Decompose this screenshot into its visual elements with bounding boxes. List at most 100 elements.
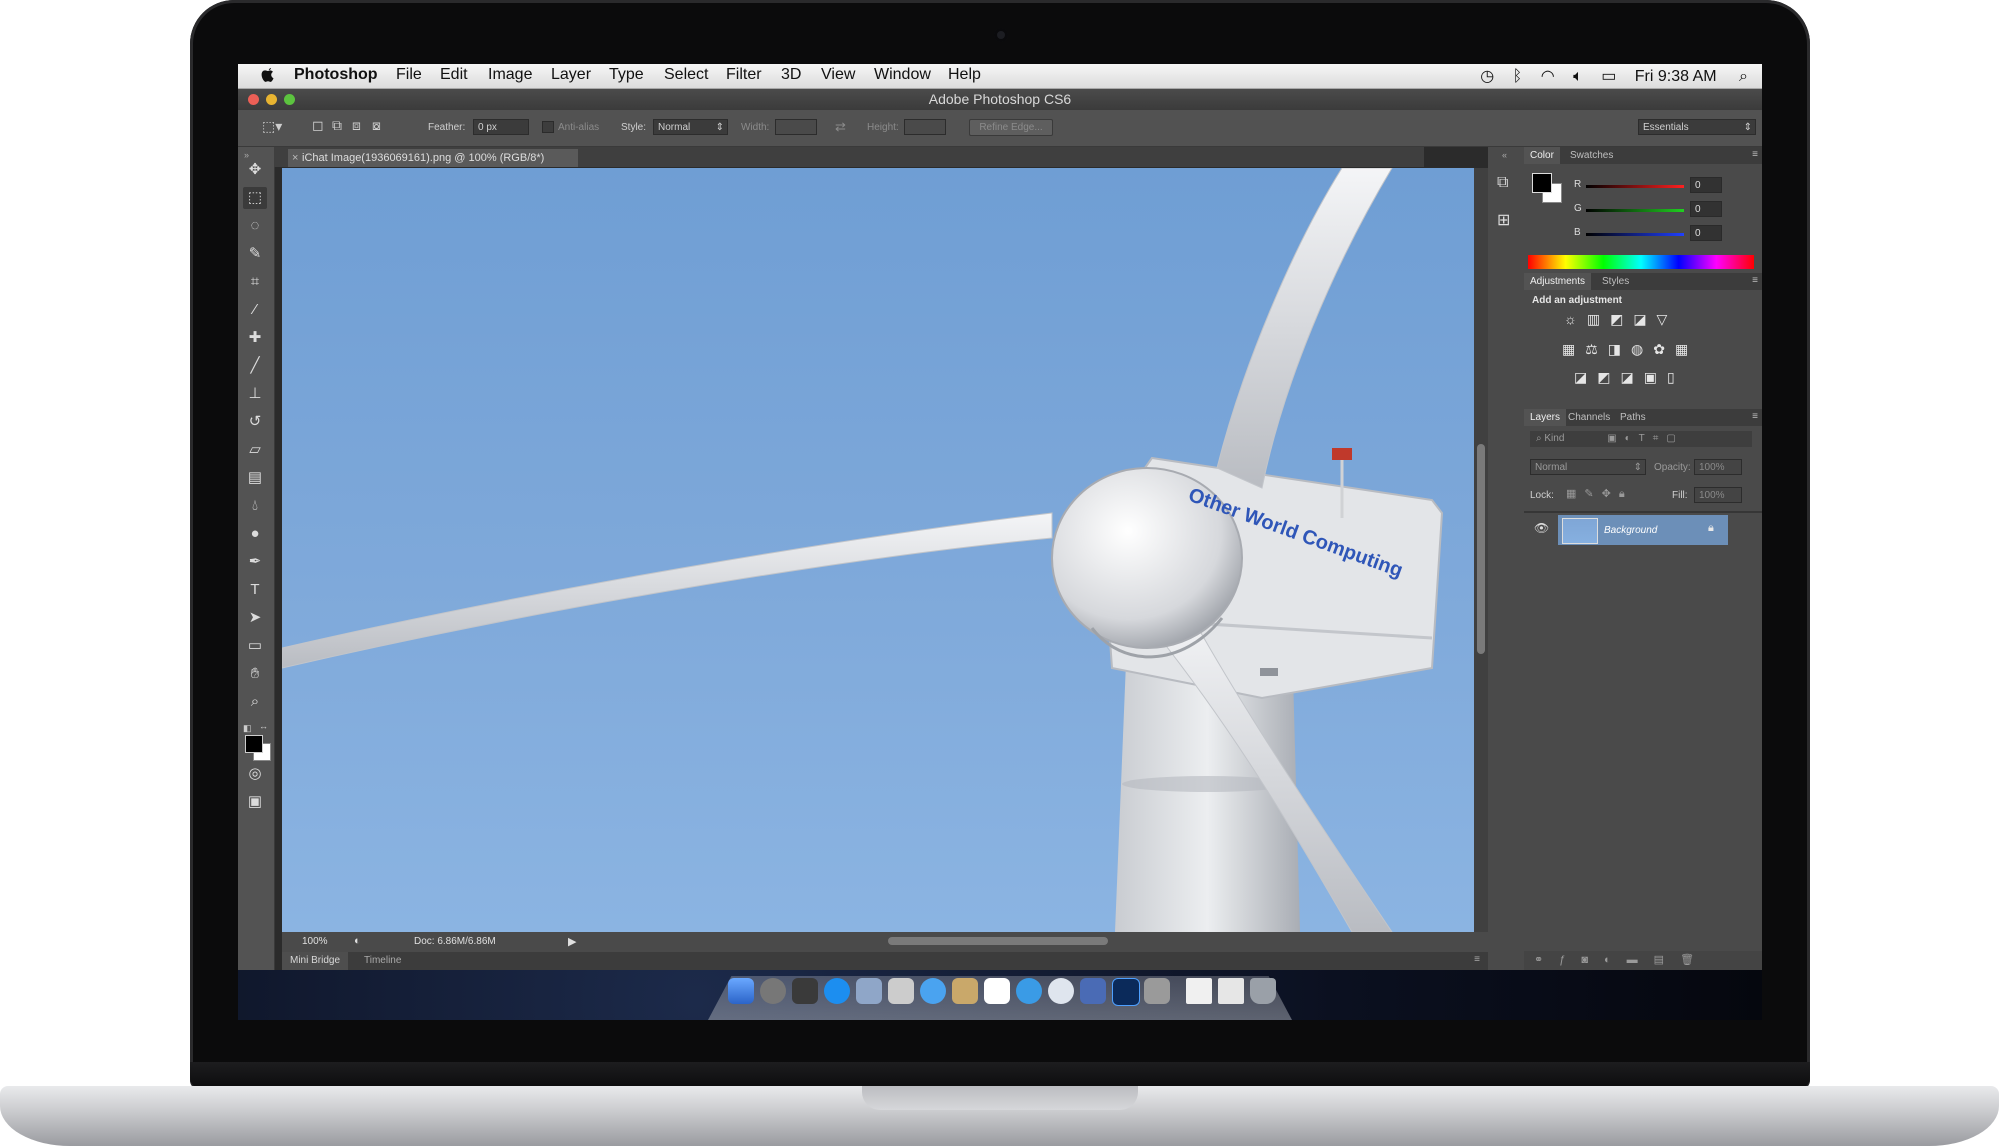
volume-icon[interactable]: 🔈︎: [1573, 68, 1583, 85]
tab-mini-bridge[interactable]: Mini Bridge: [282, 952, 349, 970]
channel-r-slider[interactable]: [1586, 185, 1684, 188]
horizontal-scroll-thumb[interactable]: [888, 937, 1108, 945]
spotlight-icon[interactable]: ⌕: [1739, 68, 1748, 85]
eye-icon[interactable]: 👁︎: [1534, 521, 1549, 535]
fill-input[interactable]: 100%: [1694, 487, 1742, 503]
fx-icon[interactable]: ƒ: [1559, 954, 1581, 966]
width-input[interactable]: [775, 119, 817, 135]
tab-layers[interactable]: Layers: [1524, 409, 1567, 426]
zoom-window-button[interactable]: [284, 94, 295, 105]
curves-icon[interactable]: ◩: [1610, 311, 1633, 327]
brightness-icon[interactable]: ☼: [1564, 311, 1587, 327]
feather-input[interactable]: 0 px: [473, 119, 529, 135]
app-store-icon[interactable]: [824, 978, 850, 1004]
add-selection-icon[interactable]: ⧉: [332, 117, 342, 134]
color-lookup-icon[interactable]: ▦: [1675, 341, 1698, 357]
preview-icon[interactable]: [856, 978, 882, 1004]
bluetooth-icon[interactable]: ᛒ: [1513, 68, 1523, 85]
posterize-icon[interactable]: ◩: [1597, 369, 1620, 385]
black-white-icon[interactable]: ◨: [1608, 341, 1631, 357]
screen-mode-icon[interactable]: ▣: [243, 791, 267, 813]
photoshop-dock-icon[interactable]: [1112, 978, 1140, 1006]
channel-r-input[interactable]: 0: [1690, 177, 1722, 193]
document-canvas[interactable]: [282, 168, 1474, 932]
wifi-icon[interactable]: ◠: [1541, 68, 1555, 85]
menu-edit[interactable]: Edit: [440, 66, 468, 84]
new-layer-icon[interactable]: ▤: [1654, 954, 1680, 966]
photo-filter-icon[interactable]: ◍: [1631, 341, 1653, 357]
iphoto-icon[interactable]: [1080, 978, 1106, 1004]
tab-adjustments[interactable]: Adjustments: [1524, 273, 1592, 290]
quick-mask-icon[interactable]: ◎: [243, 763, 267, 785]
eraser-tool-icon[interactable]: ▱: [243, 439, 267, 461]
downloads-icon[interactable]: [1218, 978, 1244, 1004]
document-icon[interactable]: [1186, 978, 1212, 1004]
safari-icon[interactable]: [920, 978, 946, 1004]
zoom-level[interactable]: 100%: [302, 936, 328, 947]
vibrance-icon[interactable]: ▽: [1657, 311, 1678, 327]
menu-app-name[interactable]: Photoshop: [294, 66, 378, 84]
height-input[interactable]: [904, 119, 946, 135]
tab-swatches[interactable]: Swatches: [1564, 147, 1619, 164]
style-select[interactable]: Normal ⇕: [653, 119, 728, 135]
layer-name[interactable]: Background: [1604, 525, 1657, 536]
default-colors-icon[interactable]: ◧: [243, 723, 252, 734]
hand-tool-icon[interactable]: ✋︎: [243, 663, 267, 685]
calendar-icon[interactable]: [984, 978, 1010, 1004]
trash-icon[interactable]: 🗑︎: [1680, 954, 1710, 966]
color-spectrum-bar[interactable]: [1528, 255, 1754, 269]
clock[interactable]: Fri 9:38 AM: [1635, 68, 1717, 85]
tab-color[interactable]: Color: [1524, 147, 1560, 164]
threshold-icon[interactable]: ◪: [1620, 369, 1643, 385]
panel-menu-icon[interactable]: ≡: [1474, 954, 1480, 965]
zoom-tool-icon[interactable]: ⌕: [243, 691, 267, 713]
menu-select[interactable]: Select: [664, 66, 708, 84]
menu-view[interactable]: View: [821, 66, 855, 84]
minimize-window-button[interactable]: [266, 94, 277, 105]
mask-icon[interactable]: ◙: [1581, 954, 1604, 966]
status-options-icon[interactable]: ◐: [354, 935, 361, 947]
battery-icon[interactable]: ▭: [1601, 68, 1616, 85]
menu-help[interactable]: Help: [948, 66, 981, 84]
panel-menu-icon[interactable]: ≡: [1752, 411, 1758, 422]
panel-menu-icon[interactable]: ≡: [1752, 275, 1758, 286]
lock-icons[interactable]: ▦✎✥🔒︎: [1566, 487, 1633, 501]
trash-dock-icon[interactable]: [1250, 978, 1276, 1004]
marquee-tool-icon[interactable]: ⬚: [243, 187, 267, 209]
close-window-button[interactable]: [248, 94, 259, 105]
channel-mixer-icon[interactable]: ✿: [1653, 341, 1675, 357]
rectangle-tool-icon[interactable]: ▭: [243, 635, 267, 657]
launchpad-icon[interactable]: [760, 978, 786, 1004]
menu-type[interactable]: Type: [609, 66, 644, 84]
pen-tool-icon[interactable]: ✒: [243, 551, 267, 573]
eyedropper-tool-icon[interactable]: ⁄: [243, 299, 267, 321]
hue-saturation-icon[interactable]: ▦: [1562, 341, 1585, 357]
workspace-select[interactable]: Essentials ⇕: [1638, 119, 1756, 135]
menu-filter[interactable]: Filter: [726, 66, 762, 84]
time-machine-dock-icon[interactable]: [1048, 978, 1074, 1004]
intersect-selection-icon[interactable]: ⧇: [372, 117, 381, 134]
blur-tool-icon[interactable]: 💧︎: [243, 495, 267, 517]
apple-icon[interactable]: [260, 65, 276, 85]
menu-3d[interactable]: 3D: [781, 66, 801, 84]
channel-g-slider[interactable]: [1586, 209, 1684, 212]
finder-icon[interactable]: [728, 978, 754, 1004]
type-tool-icon[interactable]: T: [243, 579, 267, 601]
mail-icon[interactable]: [888, 978, 914, 1004]
status-menu-arrow-icon[interactable]: ▶: [568, 935, 576, 948]
healing-brush-tool-icon[interactable]: ✚: [243, 327, 267, 349]
refine-edge-button[interactable]: Refine Edge...: [969, 119, 1053, 136]
dodge-tool-icon[interactable]: ●: [243, 523, 267, 545]
history-panel-icon[interactable]: ⧉: [1497, 174, 1524, 192]
properties-panel-icon[interactable]: ⊞: [1497, 210, 1524, 230]
crop-tool-icon[interactable]: ⌗: [243, 271, 267, 293]
vertical-scroll-thumb[interactable]: [1477, 444, 1485, 654]
menu-layer[interactable]: Layer: [551, 66, 591, 84]
filter-icons[interactable]: ▣◐T⌗▢: [1607, 433, 1684, 444]
clone-stamp-tool-icon[interactable]: ⊥: [243, 383, 267, 405]
brush-tool-icon[interactable]: ╱: [243, 355, 267, 377]
menu-image[interactable]: Image: [488, 66, 532, 84]
menu-file[interactable]: File: [396, 66, 422, 84]
link-icon[interactable]: ⚭: [1534, 954, 1559, 966]
close-tab-icon[interactable]: ×: [292, 149, 298, 167]
